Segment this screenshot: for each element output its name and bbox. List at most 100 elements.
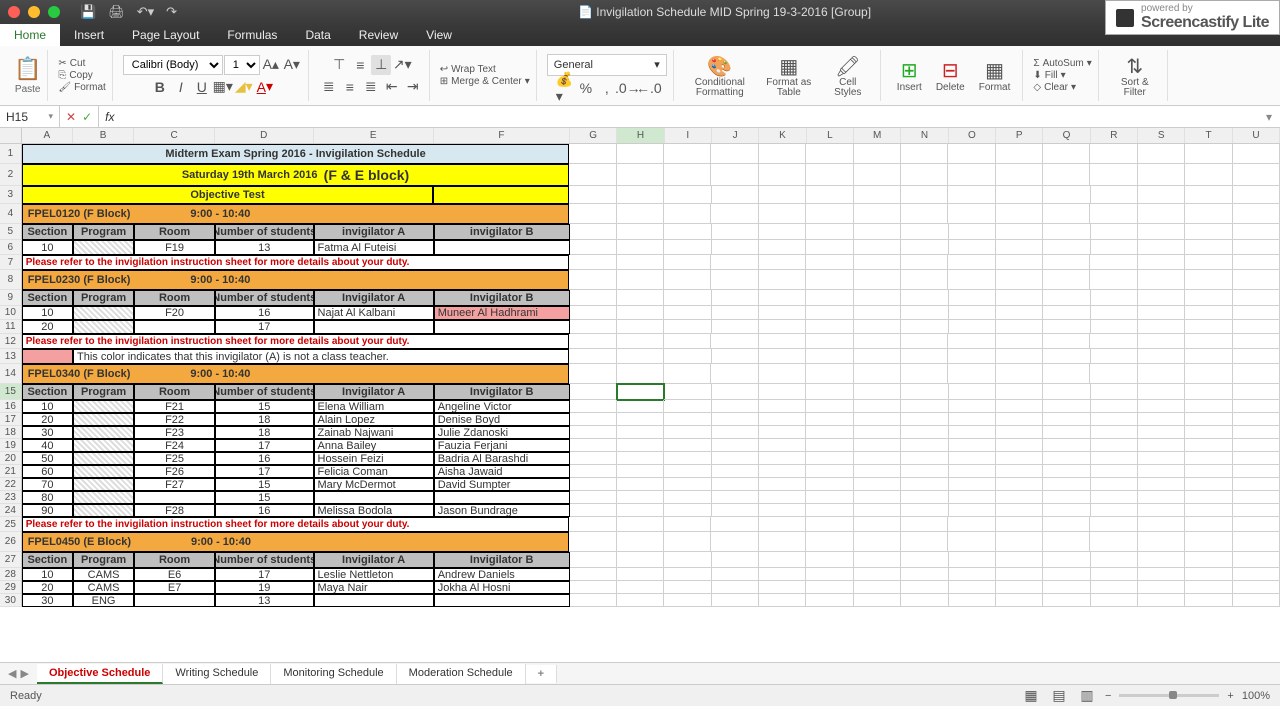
cell[interactable] [314, 320, 434, 334]
cell[interactable] [1043, 320, 1090, 334]
sheet-tab-writing-schedule[interactable]: Writing Schedule [163, 664, 271, 684]
orientation-icon[interactable]: ↗▾ [392, 55, 412, 75]
cell[interactable] [1233, 164, 1280, 186]
cell[interactable] [570, 240, 617, 255]
col-header-U[interactable]: U [1233, 128, 1280, 143]
cell[interactable] [996, 204, 1043, 224]
cell[interactable] [1185, 594, 1232, 607]
col-header-C[interactable]: C [134, 128, 215, 143]
cell[interactable] [711, 164, 758, 186]
cell[interactable] [996, 334, 1043, 349]
cell[interactable] [664, 349, 711, 364]
cell[interactable] [1233, 224, 1280, 240]
cell[interactable] [1091, 320, 1138, 334]
cell[interactable]: 17 [215, 568, 314, 581]
cell[interactable] [1185, 532, 1232, 552]
row-header[interactable]: 18 [0, 426, 22, 439]
cell[interactable] [1138, 320, 1185, 334]
cell[interactable] [996, 413, 1043, 426]
cell[interactable] [1043, 224, 1090, 240]
cell[interactable]: Angeline Victor [434, 400, 570, 413]
ribbon-tab-review[interactable]: Review [345, 24, 412, 46]
decrease-font-icon[interactable]: A▾ [282, 55, 302, 75]
cell[interactable]: Denise Boyd [434, 413, 570, 426]
cell[interactable]: Muneer Al Hadhrami [434, 306, 570, 320]
cell[interactable] [1091, 349, 1138, 364]
align-left-icon[interactable]: ≣ [319, 77, 339, 97]
view-normal-icon[interactable]: ▦ [1021, 686, 1041, 706]
cell[interactable]: 16 [215, 504, 314, 517]
cell[interactable] [1233, 465, 1280, 478]
cell[interactable] [901, 255, 948, 270]
print-icon[interactable]: 🖨 [108, 4, 125, 20]
cell[interactable] [1043, 452, 1090, 465]
cell[interactable] [759, 186, 806, 204]
cell[interactable] [996, 439, 1043, 452]
align-center-icon[interactable]: ≡ [340, 77, 360, 97]
cell[interactable] [664, 439, 711, 452]
cell[interactable] [854, 164, 901, 186]
cell[interactable] [1185, 240, 1232, 255]
cell[interactable] [1091, 594, 1138, 607]
cell[interactable] [996, 504, 1043, 517]
cell[interactable] [1185, 164, 1232, 186]
cell[interactable] [664, 320, 711, 334]
cell[interactable]: F28 [134, 504, 215, 517]
cell[interactable] [617, 270, 664, 290]
cell[interactable] [617, 186, 664, 204]
cell[interactable] [759, 364, 806, 384]
cell[interactable] [617, 306, 664, 320]
cell[interactable] [901, 186, 948, 204]
cell[interactable] [759, 400, 806, 413]
cell[interactable] [949, 320, 996, 334]
cell[interactable] [1043, 478, 1090, 491]
row-header[interactable]: 9 [0, 290, 22, 306]
cell[interactable] [1185, 334, 1232, 349]
cell[interactable] [570, 413, 617, 426]
cell[interactable] [570, 306, 617, 320]
cell[interactable]: F25 [134, 452, 215, 465]
cell[interactable] [1043, 504, 1090, 517]
cell[interactable] [759, 465, 806, 478]
cell[interactable] [73, 240, 134, 255]
cell[interactable] [759, 144, 806, 164]
cell[interactable]: F21 [134, 400, 215, 413]
cell[interactable] [1138, 224, 1185, 240]
col-header-T[interactable]: T [1185, 128, 1232, 143]
cell[interactable] [73, 465, 134, 478]
note-cell[interactable]: Please refer to the invigilation instruc… [22, 334, 570, 349]
decrease-indent-icon[interactable]: ⇤ [382, 77, 402, 97]
cell[interactable] [712, 478, 759, 491]
table-header[interactable]: Number of students [215, 290, 314, 306]
cell[interactable] [1090, 364, 1137, 384]
cell[interactable] [1233, 504, 1280, 517]
cell[interactable] [854, 400, 901, 413]
cell[interactable] [1138, 240, 1185, 255]
cell[interactable] [996, 478, 1043, 491]
cell[interactable] [664, 164, 711, 186]
cell[interactable] [617, 400, 664, 413]
cell[interactable] [854, 504, 901, 517]
cell[interactable] [1233, 491, 1280, 504]
subtitle-cell[interactable]: Saturday 19th March 2016 (F & E block) [22, 164, 570, 186]
col-header-J[interactable]: J [712, 128, 759, 143]
cell[interactable]: Hossein Feizi [314, 452, 434, 465]
cell[interactable] [1091, 581, 1138, 594]
cell[interactable] [664, 240, 711, 255]
table-header[interactable]: Program [73, 290, 134, 306]
cell[interactable] [1043, 568, 1090, 581]
cell[interactable] [806, 306, 853, 320]
cell[interactable]: 16 [215, 306, 314, 320]
cell[interactable] [570, 478, 617, 491]
cell[interactable] [1185, 552, 1232, 568]
cell[interactable] [434, 320, 570, 334]
cell[interactable] [1090, 204, 1137, 224]
cell[interactable] [1138, 255, 1185, 270]
cell[interactable] [854, 413, 901, 426]
cell[interactable] [1233, 186, 1280, 204]
cell[interactable] [854, 452, 901, 465]
ribbon-tab-formulas[interactable]: Formulas [213, 24, 291, 46]
cell[interactable] [1138, 400, 1185, 413]
fill-color-button[interactable]: ◢▾ [234, 77, 254, 97]
cell[interactable]: 16 [215, 452, 314, 465]
